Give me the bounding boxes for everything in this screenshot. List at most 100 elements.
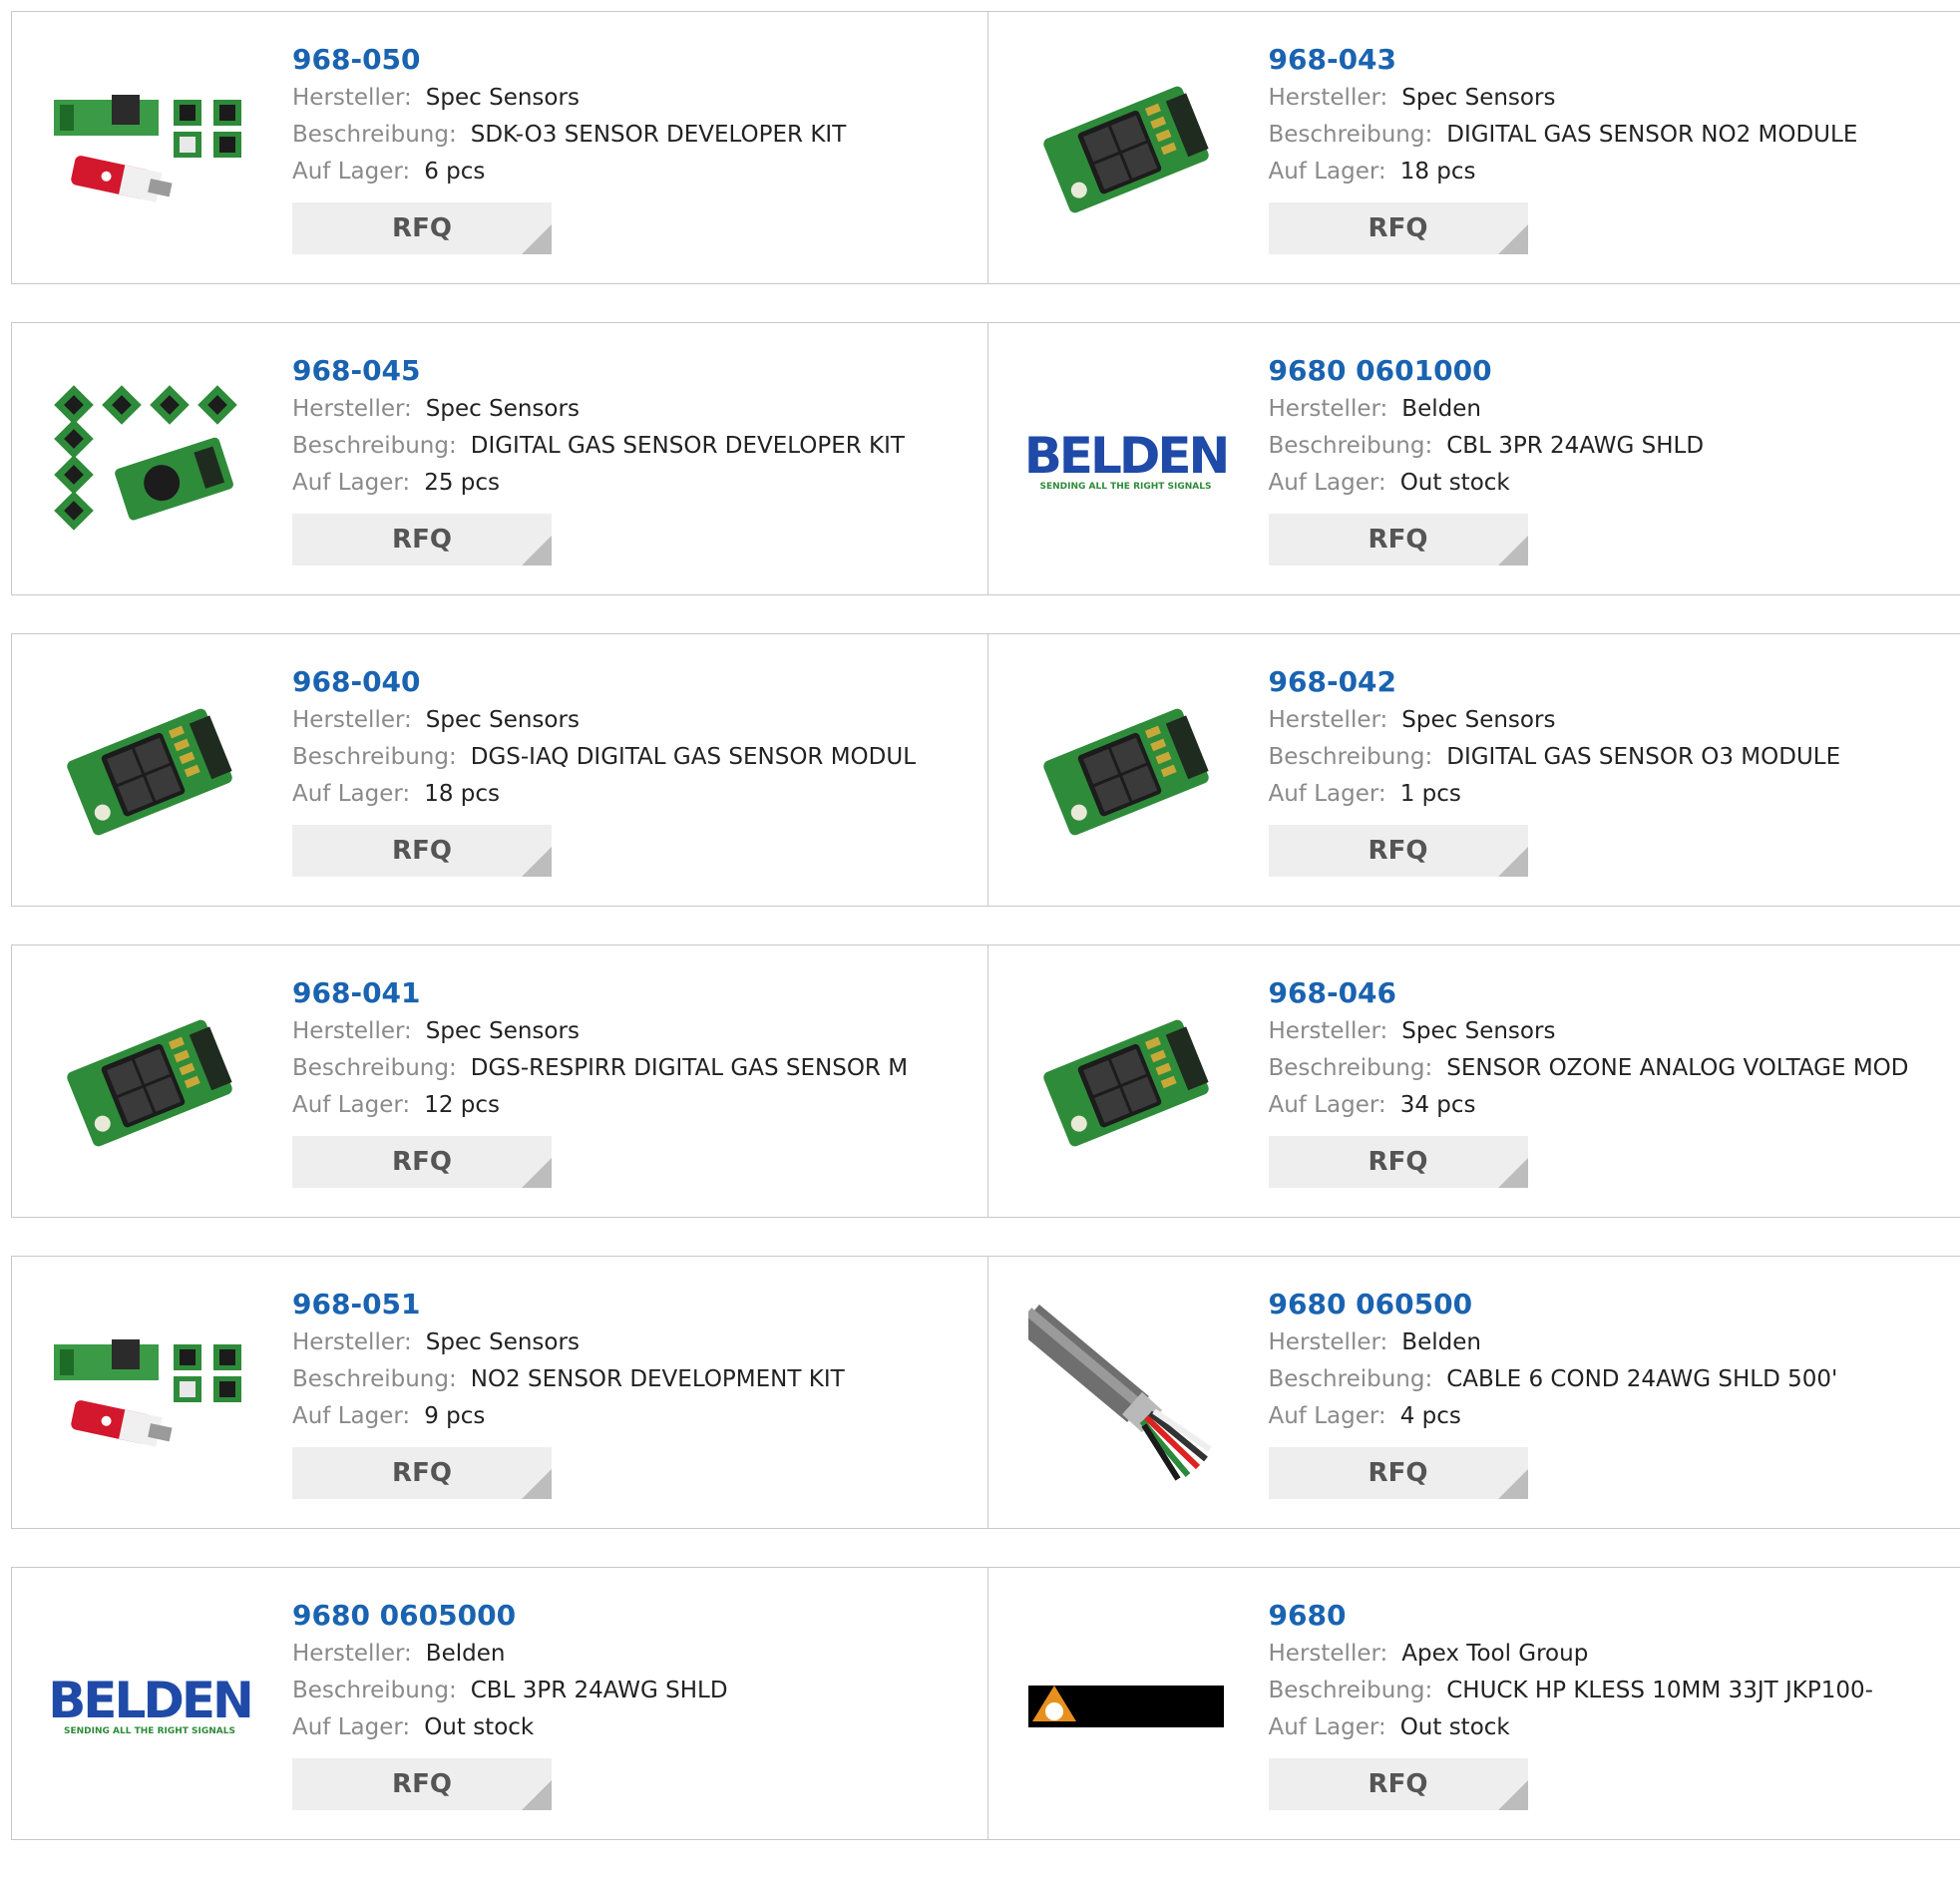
- rfq-button[interactable]: RFQ: [292, 1758, 552, 1810]
- product-info: 968-050 Hersteller:Spec Sensors Beschrei…: [292, 40, 846, 254]
- stock-value: 12 pcs: [424, 1092, 500, 1118]
- manufacturer-label: Hersteller:: [1269, 85, 1388, 111]
- rfq-label: RFQ: [1369, 525, 1428, 555]
- belden-logo[interactable]: BELDEN SENDING ALL THE RIGHT SIGNALS: [50, 1606, 249, 1805]
- part-number-link[interactable]: 968-051: [292, 1285, 845, 1324]
- product-info: 9680 Hersteller:Apex Tool Group Beschrei…: [1269, 1596, 1873, 1810]
- belden-logo[interactable]: BELDEN SENDING ALL THE RIGHT SIGNALS: [1026, 361, 1226, 561]
- manufacturer-line: Hersteller:Spec Sensors: [292, 1013, 908, 1050]
- manufacturer-label: Hersteller:: [292, 1641, 412, 1667]
- description-line: Beschreibung:DIGITAL GAS SENSOR NO2 MODU…: [1269, 117, 1858, 154]
- product-info: 968-042 Hersteller: Spec Sensors Beschrei…: [1269, 662, 1841, 877]
- part-number-link[interactable]: 968-041: [292, 973, 908, 1013]
- rfq-label: RFQ: [1369, 1769, 1428, 1799]
- apex-logo-icon[interactable]: [1026, 1606, 1226, 1805]
- description-value: SDK-O3 SENSOR DEVELOPER KIT: [471, 122, 847, 148]
- description-label: Beschreibung:: [292, 1678, 457, 1703]
- description-label: Beschreibung:: [1269, 122, 1433, 148]
- corner-decoration: [522, 1780, 552, 1810]
- sensor-module-icon[interactable]: [50, 672, 249, 872]
- part-number-link[interactable]: 968-043: [1269, 40, 1858, 80]
- stock-value: 34 pcs: [1400, 1092, 1476, 1118]
- manufacturer-line: Hersteller:Belden: [1269, 391, 1705, 428]
- manufacturer-value: Belden: [426, 1641, 506, 1667]
- stock-value: 18 pcs: [424, 781, 500, 807]
- description-label: Beschreibung:: [292, 122, 457, 148]
- stock-label: Auf Lager:: [1269, 1092, 1386, 1118]
- rfq-button[interactable]: RFQ: [1269, 825, 1528, 877]
- manufacturer-line: Hersteller:Apex Tool Group: [1269, 1636, 1873, 1673]
- part-number-link[interactable]: 968-046: [1269, 973, 1909, 1013]
- rfq-button[interactable]: RFQ: [1269, 1136, 1528, 1188]
- sensor-module-icon[interactable]: [1026, 672, 1226, 872]
- manufacturer-line: Hersteller: Belden: [292, 1636, 728, 1673]
- stock-value: 18 pcs: [1400, 159, 1476, 185]
- product-card: 968-043 Hersteller:Spec Sensors Beschrei…: [987, 12, 1960, 283]
- rfq-button[interactable]: RFQ: [292, 202, 552, 254]
- manufacturer-label: Hersteller:: [1269, 707, 1388, 733]
- description-label: Beschreibung:: [292, 433, 457, 459]
- part-number-link[interactable]: 9680 0605000: [292, 1596, 728, 1636]
- rfq-label: RFQ: [1369, 1147, 1428, 1177]
- manufacturer-value: Spec Sensors: [426, 85, 580, 111]
- description-label: Beschreibung:: [292, 1366, 457, 1392]
- part-number-link[interactable]: 9680 0601000: [1269, 351, 1705, 391]
- sensor-kit-icon[interactable]: [50, 361, 249, 561]
- rfq-button[interactable]: RFQ: [292, 514, 552, 565]
- manufacturer-line: Hersteller:Spec Sensors: [292, 391, 905, 428]
- corner-decoration: [1498, 536, 1528, 565]
- part-number-link[interactable]: 968-045: [292, 351, 905, 391]
- manufacturer-value: Spec Sensors: [1401, 1018, 1555, 1044]
- rfq-button[interactable]: RFQ: [1269, 1447, 1528, 1499]
- part-number-link[interactable]: 9680: [1269, 1596, 1873, 1636]
- rfq-button[interactable]: RFQ: [292, 825, 552, 877]
- rfq-button[interactable]: RFQ: [292, 1136, 552, 1188]
- manufacturer-value: Spec Sensors: [1401, 707, 1555, 733]
- part-number-link[interactable]: 968-040: [292, 662, 916, 702]
- developer-kit-icon[interactable]: [50, 50, 249, 249]
- sensor-module-icon[interactable]: [1026, 983, 1226, 1183]
- corner-decoration: [522, 1469, 552, 1499]
- product-card: 968-046 Hersteller:Spec Sensors Beschrei…: [987, 945, 1960, 1217]
- stock-line: Auf Lager: 18 pcs: [292, 776, 916, 813]
- rfq-button[interactable]: RFQ: [292, 1447, 552, 1499]
- product-card: 968-040 Hersteller:Spec Sensors Beschrei…: [12, 634, 987, 906]
- product-row: BELDEN SENDING ALL THE RIGHT SIGNALS 968…: [11, 1567, 1960, 1840]
- part-number-link[interactable]: 968-042: [1269, 662, 1841, 702]
- manufacturer-value: Spec Sensors: [426, 1329, 580, 1355]
- stock-line: Auf Lager:25 pcs: [292, 465, 905, 502]
- description-label: Beschreibung:: [1269, 744, 1433, 770]
- corner-decoration: [1498, 1780, 1528, 1810]
- description-line: Beschreibung:NO2 SENSOR DEVELOPMENT KIT: [292, 1361, 845, 1398]
- corner-decoration: [1498, 1469, 1528, 1499]
- description-line: Beschreibung:DIGITAL GAS SENSOR O3 MODUL…: [1269, 739, 1841, 776]
- manufacturer-label: Hersteller:: [292, 707, 412, 733]
- description-line: Beschreibung:CBL 3PR 24AWG SHLD: [292, 1673, 728, 1709]
- rfq-button[interactable]: RFQ: [1269, 1758, 1528, 1810]
- rfq-button[interactable]: RFQ: [1269, 202, 1528, 254]
- sensor-module-icon[interactable]: [1026, 50, 1226, 249]
- cable-icon[interactable]: [1026, 1295, 1226, 1494]
- manufacturer-label: Hersteller:: [1269, 1641, 1388, 1667]
- stock-line: Auf Lager:Out stock: [292, 1709, 728, 1746]
- rfq-button[interactable]: RFQ: [1269, 514, 1528, 565]
- product-card: 968-045 Hersteller:Spec Sensors Beschrei…: [12, 323, 987, 594]
- product-card: 9680 060500 Hersteller:Belden Beschreibu…: [987, 1257, 1960, 1528]
- stock-label: Auf Lager:: [292, 781, 410, 807]
- corner-decoration: [522, 1158, 552, 1188]
- part-number-link[interactable]: 9680 060500: [1269, 1285, 1838, 1324]
- rfq-label: RFQ: [392, 1147, 452, 1177]
- manufacturer-line: Hersteller:Spec Sensors: [292, 80, 846, 117]
- rfq-label: RFQ: [1369, 836, 1428, 866]
- stock-label: Auf Lager:: [292, 470, 410, 496]
- rfq-label: RFQ: [392, 213, 452, 243]
- manufacturer-label: Hersteller:: [292, 1018, 412, 1044]
- developer-kit-icon[interactable]: [50, 1295, 249, 1494]
- rfq-label: RFQ: [1369, 1458, 1428, 1488]
- sensor-module-icon[interactable]: [50, 983, 249, 1183]
- stock-label: Auf Lager:: [292, 1403, 410, 1429]
- part-number-link[interactable]: 968-050: [292, 40, 846, 80]
- stock-value: Out stock: [424, 1714, 534, 1740]
- description-value: CHUCK HP KLESS 10MM 33JT JKP100-: [1446, 1678, 1873, 1703]
- stock-line: Auf Lager:9 pcs: [292, 1398, 845, 1435]
